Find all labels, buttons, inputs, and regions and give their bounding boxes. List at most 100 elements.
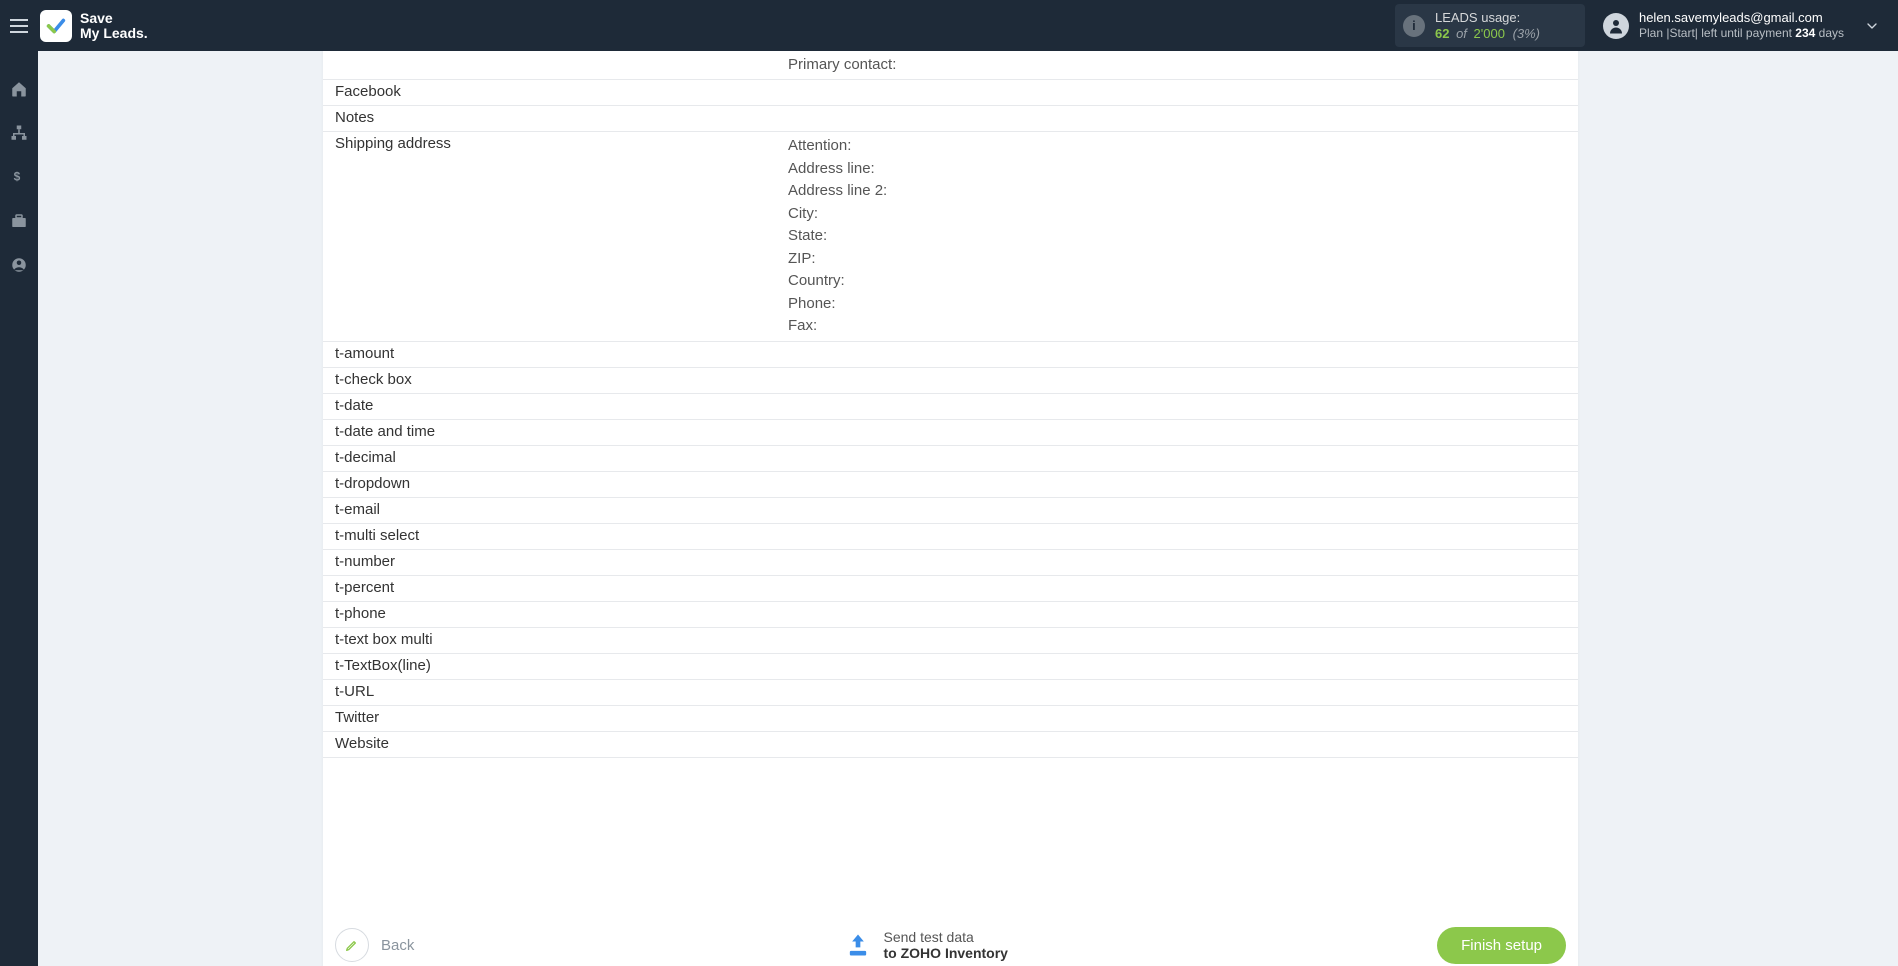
field-value (788, 106, 1578, 112)
usage-pct: (3%) (1513, 26, 1540, 41)
table-row[interactable]: Shipping addressAttention:Address line:A… (323, 132, 1578, 342)
field-value (788, 446, 1578, 452)
table-row[interactable]: t-date (323, 394, 1578, 420)
send-test-text: Send test data to ZOHO Inventory (884, 929, 1008, 962)
field-label: t-dropdown (323, 472, 788, 495)
pencil-icon (335, 928, 369, 962)
table-row[interactable]: Twitter (323, 706, 1578, 732)
chevron-down-icon (1864, 18, 1880, 34)
field-label: t-number (323, 550, 788, 573)
field-label: t-phone (323, 602, 788, 625)
table-row[interactable]: Fax: Primary contact: (323, 51, 1578, 80)
field-value (788, 342, 1578, 348)
field-value (788, 472, 1578, 478)
brand-line2: My Leads. (80, 26, 148, 41)
table-row[interactable]: t-amount (323, 342, 1578, 368)
field-value (788, 524, 1578, 530)
field-value (788, 80, 1578, 86)
briefcase-icon (10, 212, 28, 230)
field-subvalue: Phone: (788, 293, 1568, 316)
field-subvalue: Country: (788, 270, 1568, 293)
field-value (788, 654, 1578, 660)
svg-text:$: $ (14, 169, 21, 183)
user-plan: Plan |Start| left until payment 234 days (1639, 26, 1844, 41)
field-value (788, 602, 1578, 608)
usage-used: 62 (1435, 26, 1449, 41)
field-subvalue: Address line 2: (788, 180, 1568, 203)
prev-primary-contact: Primary contact: (788, 55, 1568, 76)
user-block[interactable]: helen.savemyleads@gmail.com Plan |Start|… (1603, 10, 1844, 41)
table-row[interactable]: Facebook (323, 80, 1578, 106)
table-row[interactable]: t-check box (323, 368, 1578, 394)
nav-account[interactable] (9, 255, 29, 275)
table-row[interactable]: Website (323, 732, 1578, 758)
usage-label: LEADS usage: (1435, 10, 1571, 25)
table-row[interactable]: t-TextBox(line) (323, 654, 1578, 680)
field-label: t-email (323, 498, 788, 521)
field-value (788, 394, 1578, 400)
field-subvalue: Attention: (788, 135, 1568, 158)
send-test-button[interactable]: Send test data to ZOHO Inventory (844, 929, 1008, 962)
brand[interactable]: Save My Leads. (40, 10, 148, 42)
field-label: Website (323, 732, 788, 755)
sitemap-icon (10, 124, 28, 142)
field-value (788, 550, 1578, 556)
back-button[interactable]: Back (335, 928, 414, 962)
plan-suffix: days (1815, 26, 1844, 40)
nav-connections[interactable] (9, 123, 29, 143)
field-label: t-amount (323, 342, 788, 365)
table-row[interactable]: t-percent (323, 576, 1578, 602)
table-row[interactable]: t-email (323, 498, 1578, 524)
finish-setup-button[interactable]: Finish setup (1437, 927, 1566, 964)
field-label: t-percent (323, 576, 788, 599)
table-row[interactable]: t-decimal (323, 446, 1578, 472)
field-subvalue: ZIP: (788, 248, 1568, 271)
field-label: t-date (323, 394, 788, 417)
user-menu-toggle[interactable] (1852, 0, 1892, 51)
table-row[interactable]: Notes (323, 106, 1578, 132)
field-table: Fax: Primary contact: FacebookNotesShipp… (323, 51, 1578, 758)
stage: Fax: Primary contact: FacebookNotesShipp… (38, 51, 1898, 966)
brand-logo-icon (40, 10, 72, 42)
field-label: t-decimal (323, 446, 788, 469)
dollar-icon: $ (11, 168, 27, 186)
send-line1: Send test data (884, 929, 1008, 946)
home-icon (10, 80, 28, 98)
field-label: Twitter (323, 706, 788, 729)
menu-toggle[interactable] (0, 0, 38, 51)
footer-actions: Back Send test data to ZOHO Inventory Fi… (335, 916, 1566, 966)
avatar-icon (1603, 13, 1629, 39)
field-value (788, 576, 1578, 582)
user-circle-icon (10, 256, 28, 274)
usage-total: 2'000 (1474, 26, 1505, 41)
field-label: t-date and time (323, 420, 788, 443)
send-line2: to ZOHO Inventory (884, 945, 1008, 961)
nav-home[interactable] (9, 79, 29, 99)
hamburger-icon (10, 19, 28, 33)
table-row[interactable]: t-URL (323, 680, 1578, 706)
field-label: Shipping address (323, 132, 788, 155)
nav-briefcase[interactable] (9, 211, 29, 231)
upload-icon (844, 931, 872, 959)
table-row[interactable]: t-phone (323, 602, 1578, 628)
leads-usage[interactable]: i LEADS usage: 62 of 2'000 (3%) (1395, 4, 1585, 47)
table-row[interactable]: t-multi select (323, 524, 1578, 550)
user-email: helen.savemyleads@gmail.com (1639, 10, 1844, 26)
field-value (788, 680, 1578, 686)
table-row[interactable]: t-text box multi (323, 628, 1578, 654)
top-bar: Save My Leads. i LEADS usage: 62 of 2'00… (0, 0, 1898, 51)
field-value (788, 628, 1578, 634)
field-label: t-check box (323, 368, 788, 391)
plan-days: 234 (1795, 26, 1815, 40)
field-value (788, 420, 1578, 426)
brand-text: Save My Leads. (80, 11, 148, 40)
table-row[interactable]: t-date and time (323, 420, 1578, 446)
table-row[interactable]: t-number (323, 550, 1578, 576)
field-subvalue: State: (788, 225, 1568, 248)
table-row[interactable]: t-dropdown (323, 472, 1578, 498)
field-subvalue: City: (788, 203, 1568, 226)
field-value: Fax: Primary contact: (788, 51, 1578, 79)
nav-billing[interactable]: $ (9, 167, 29, 187)
usage-of: of (1456, 26, 1467, 41)
field-subvalue: Address line: (788, 158, 1568, 181)
